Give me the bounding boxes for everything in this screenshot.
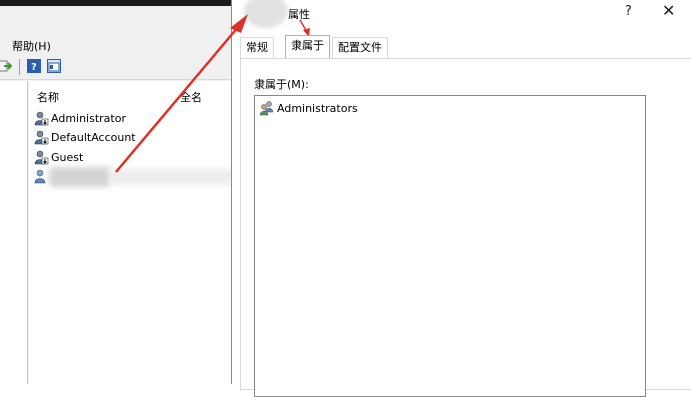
redacted-dialog-title <box>244 0 288 28</box>
tab-profile[interactable]: 配置文件 <box>332 37 388 58</box>
window-titlebar <box>0 0 232 6</box>
redacted-username <box>49 167 111 187</box>
user-row-guest[interactable]: Guest <box>34 148 83 166</box>
user-icon <box>34 111 49 126</box>
member-of-panel: 隶属于(M): Administrators <box>240 58 691 397</box>
dialog-close-button[interactable]: ✕ <box>662 1 675 20</box>
toolbar: ? <box>0 57 232 80</box>
column-header-name[interactable]: 名称 <box>37 89 59 105</box>
svg-text:?: ? <box>31 62 37 73</box>
tab-member-of[interactable]: 隶属于 <box>285 35 330 58</box>
user-row-defaultaccount[interactable]: DefaultAccount <box>34 128 136 146</box>
group-name: Administrators <box>277 101 358 115</box>
dialog-help-button[interactable]: ? <box>625 4 632 19</box>
group-item-administrators[interactable]: Administrators <box>259 100 358 116</box>
menu-help[interactable]: 帮助(H) <box>12 38 51 54</box>
group-icon <box>259 100 275 116</box>
show-hide-pane-icon[interactable] <box>47 59 61 73</box>
users-list-pane[interactable]: 名称 全名 Administrator DefaultAccount Guest <box>29 81 234 384</box>
user-icon <box>34 169 49 184</box>
user-row-administrator[interactable]: Administrator <box>34 109 126 127</box>
tab-general[interactable]: 常规 <box>240 37 274 58</box>
group-listbox[interactable]: Administrators <box>254 95 646 397</box>
user-icon <box>34 150 49 165</box>
redacted-fullname <box>109 169 234 185</box>
user-properties-dialog: 属性 ? ✕ 常规 隶属于 配置文件 隶属于(M): Administrator… <box>231 0 691 397</box>
user-name: Guest <box>51 150 84 164</box>
user-icon <box>34 130 49 145</box>
column-header-full-name[interactable]: 全名 <box>180 89 202 105</box>
tab-strip: 常规 隶属于 配置文件 <box>240 35 680 58</box>
export-list-icon[interactable] <box>0 59 13 73</box>
user-name: DefaultAccount <box>51 130 136 144</box>
toolbar-separator <box>19 59 20 75</box>
member-of-label: 隶属于(M): <box>254 78 309 91</box>
dialog-title: 属性 <box>288 8 310 21</box>
console-tree-pane[interactable] <box>0 81 28 384</box>
user-name: Administrator <box>51 111 126 125</box>
menu-bar: 帮助(H) <box>0 36 232 54</box>
help-icon[interactable]: ? <box>27 59 41 73</box>
local-users-window: 帮助(H) ? 名称 全名 Administrator DefaultAccou… <box>0 0 234 384</box>
